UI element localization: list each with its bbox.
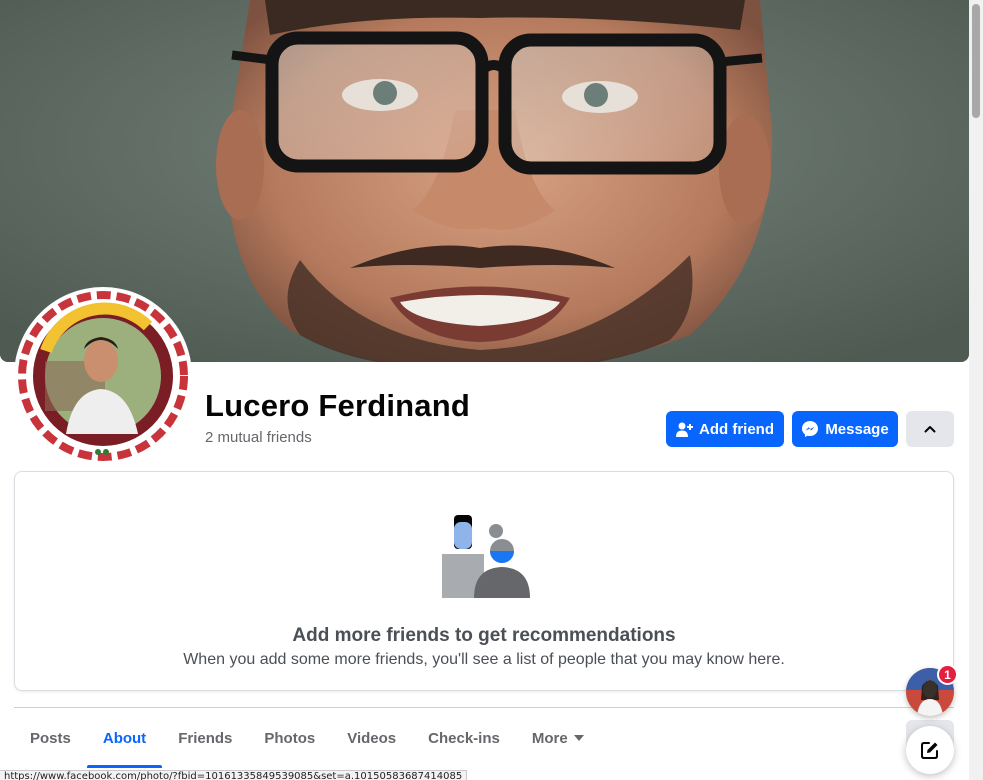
tab-label: More xyxy=(531,729,568,747)
mutual-friends-link[interactable]: 2 mutual friends xyxy=(205,429,312,446)
add-person-icon xyxy=(676,422,693,437)
avatar-image xyxy=(18,291,188,461)
friend-suggestions-card: Add more friends to get recommendations … xyxy=(14,471,954,691)
tab-label: Friends xyxy=(178,729,233,747)
profile-options-button[interactable] xyxy=(906,411,954,447)
new-message-button[interactable] xyxy=(906,726,954,774)
chevron-up-icon xyxy=(924,426,936,433)
unread-badge: 1 xyxy=(937,664,958,685)
profile-avatar[interactable] xyxy=(14,287,192,465)
caret-down-icon xyxy=(573,735,584,741)
people-illustration-icon xyxy=(442,515,530,598)
tab-label: Posts xyxy=(30,729,71,747)
tab-more[interactable]: More xyxy=(516,708,600,768)
tab-label: Photos xyxy=(264,729,316,747)
profile-name: Lucero Ferdinand xyxy=(205,388,471,423)
tab-friends[interactable]: Friends xyxy=(162,708,248,768)
suggestions-title: Add more friends to get recommendations xyxy=(292,625,676,646)
tab-label: Check-ins xyxy=(428,729,500,747)
tab-videos[interactable]: Videos xyxy=(331,708,412,768)
tab-posts[interactable]: Posts xyxy=(14,708,87,768)
profile-tabs: Posts About Friends Photos Videos Check-… xyxy=(14,708,600,768)
suggestions-subtitle: When you add some more friends, you'll s… xyxy=(183,651,785,668)
compose-icon xyxy=(921,742,938,759)
tab-label: Videos xyxy=(347,729,397,747)
tab-label: About xyxy=(102,729,147,747)
add-friend-label: Add friend xyxy=(699,420,774,438)
message-label: Message xyxy=(825,420,889,438)
message-button[interactable]: Message xyxy=(792,411,898,447)
add-friend-button[interactable]: Add friend xyxy=(666,411,784,447)
tab-photos[interactable]: Photos xyxy=(248,708,331,768)
scrollbar-thumb[interactable] xyxy=(972,4,980,118)
messenger-icon xyxy=(802,421,819,437)
browser-status-url: https://www.facebook.com/photo/?fbid=101… xyxy=(0,770,468,780)
tab-about[interactable]: About xyxy=(86,708,163,768)
profile-page: Lucero Ferdinand 2 mutual friends Add fr… xyxy=(0,0,969,780)
tab-check-ins[interactable]: Check-ins xyxy=(412,708,516,768)
